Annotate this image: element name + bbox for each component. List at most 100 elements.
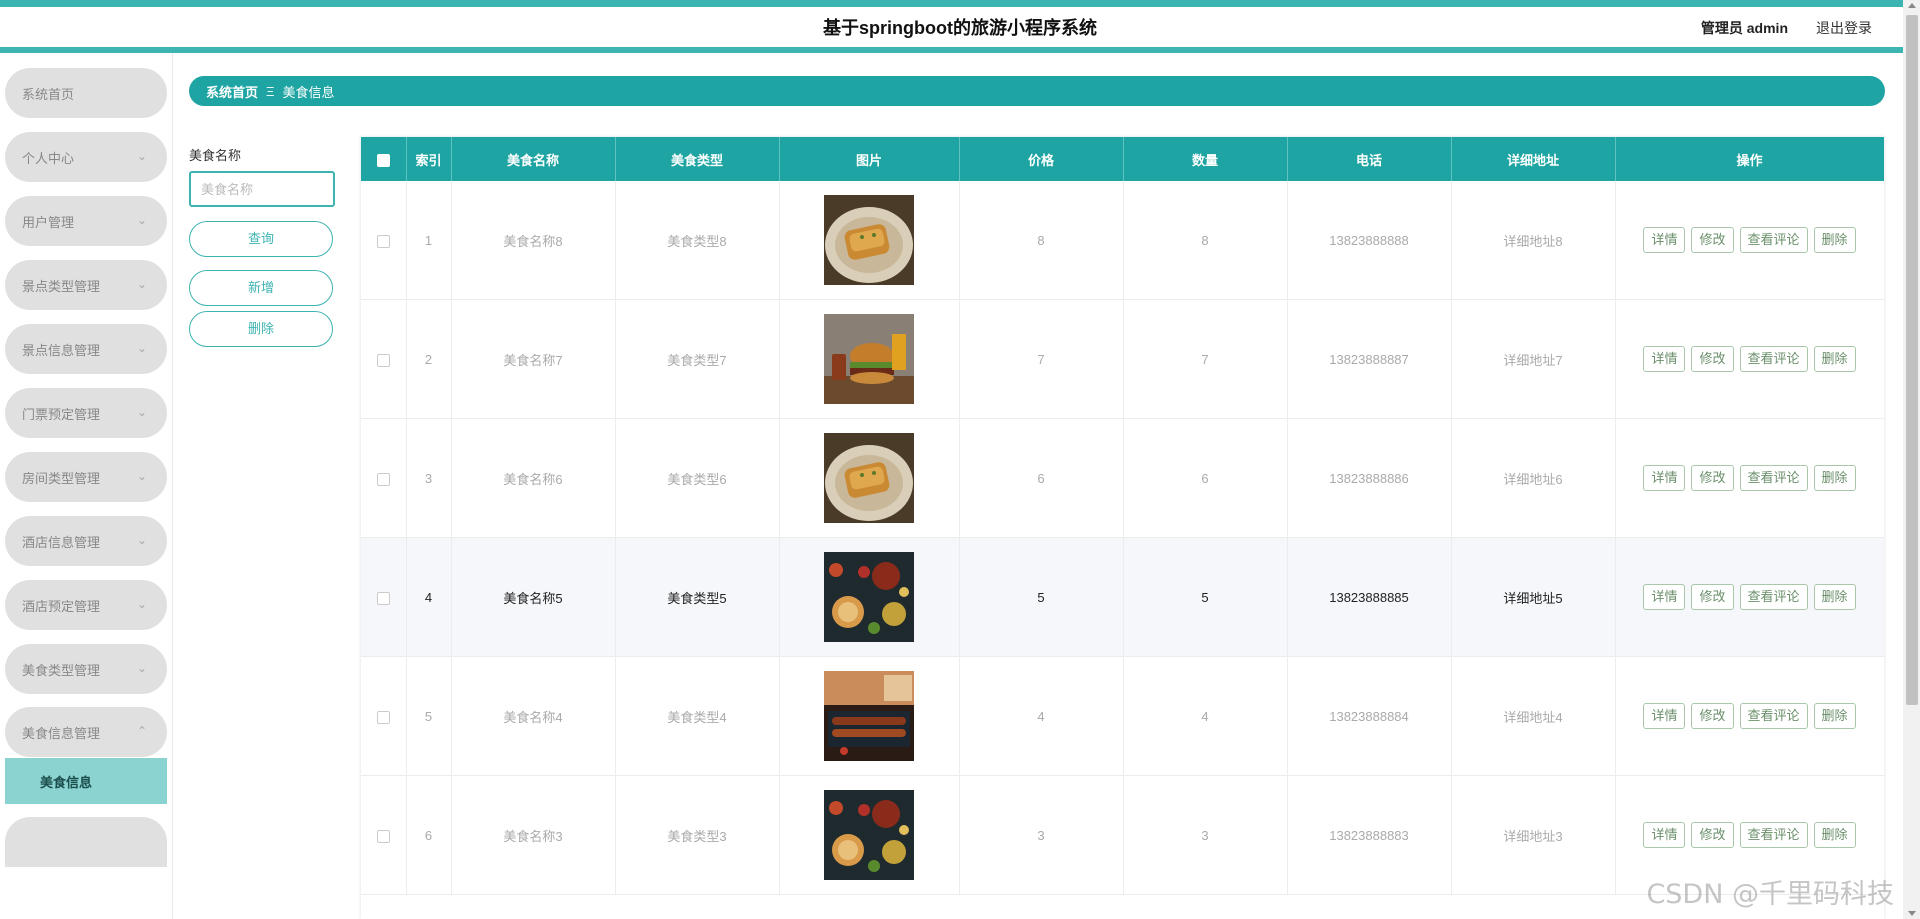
detail-button[interactable]: 详情 xyxy=(1643,227,1686,253)
food-image xyxy=(824,552,914,642)
sidebar-item-label: 酒店信息管理 xyxy=(22,534,101,550)
cell-image xyxy=(779,181,960,300)
food-name-search-input[interactable] xyxy=(189,171,335,207)
query-button[interactable]: 查询 xyxy=(189,221,333,257)
sidebar-item-label: 美食信息管理 xyxy=(22,725,101,741)
page-scrollbar[interactable] xyxy=(1903,0,1920,919)
edit-button[interactable]: 修改 xyxy=(1691,822,1734,848)
chevron-down-icon: ⌄ xyxy=(136,533,147,547)
breadcrumb-home[interactable]: 系统首页 xyxy=(206,82,258,101)
row-checkbox[interactable] xyxy=(376,829,390,843)
cell-quantity: 3 xyxy=(1123,775,1288,895)
scroll-thumb[interactable] xyxy=(1906,15,1918,705)
sidebar-item-home[interactable]: 系统首页 xyxy=(5,68,167,118)
cell-name: 美食名称3 xyxy=(451,775,616,895)
sidebar-item-personal-center[interactable]: 个人中心 ⌄ xyxy=(5,132,167,182)
row-checkbox[interactable] xyxy=(376,710,390,724)
row-checkbox[interactable] xyxy=(376,234,390,248)
view-comments-button[interactable]: 查看评论 xyxy=(1739,346,1808,372)
edit-button[interactable]: 修改 xyxy=(1691,346,1734,372)
chevron-down-icon: ⌄ xyxy=(136,661,147,675)
table-header-row: 索引 美食名称 美食类型 图片 价格 数量 电话 详细地址 操作 xyxy=(361,137,1884,181)
add-button[interactable]: 新增 xyxy=(189,270,333,306)
scroll-down-arrow-icon[interactable] xyxy=(1908,911,1916,916)
cell-quantity: 6 xyxy=(1123,418,1288,538)
table-row[interactable]: 1 美食名称8 美食类型8 8 8 13823888888 详细地址8 详情 修改 查看评论 删除 xyxy=(361,181,1884,300)
view-comments-button[interactable]: 查看评论 xyxy=(1739,227,1808,253)
delete-row-button[interactable]: 删除 xyxy=(1813,465,1856,491)
food-image xyxy=(824,790,914,880)
sidebar-item-attraction-info[interactable]: 景点信息管理 ⌄ xyxy=(5,324,167,374)
cell-phone: 13823888883 xyxy=(1287,775,1452,895)
row-select-cell xyxy=(361,656,407,776)
view-comments-button[interactable]: 查看评论 xyxy=(1739,822,1808,848)
cell-type: 美食类型5 xyxy=(615,537,780,657)
delete-row-button[interactable]: 删除 xyxy=(1813,346,1856,372)
table-row[interactable]: 3 美食名称6 美食类型6 6 6 13823888886 详细地址6 详情 修改 查看评论 删除 xyxy=(361,418,1884,538)
logout-link[interactable]: 退出登录 xyxy=(1816,18,1872,38)
sidebar-item-food-type[interactable]: 美食类型管理 ⌄ xyxy=(5,644,167,694)
cell-image xyxy=(779,775,960,895)
cell-address: 详细地址7 xyxy=(1451,299,1616,419)
cell-type: 美食类型4 xyxy=(615,656,780,776)
scroll-up-arrow-icon[interactable] xyxy=(1908,3,1916,8)
view-comments-button[interactable]: 查看评论 xyxy=(1739,465,1808,491)
app-title: 基于springboot的旅游小程序系统 xyxy=(823,18,1097,38)
table-row[interactable]: 5 美食名称4 美食类型4 4 4 13823888884 详细地址4 详情 修改 查看评论 删除 xyxy=(361,656,1884,776)
table-row[interactable]: 4 美食名称5 美食类型5 5 5 13823888885 详细地址5 详情 修改 查看评论 删除 xyxy=(361,537,1884,657)
cell-index: 6 xyxy=(406,775,452,895)
sidebar-item-room-type[interactable]: 房间类型管理 ⌄ xyxy=(5,452,167,502)
view-comments-button[interactable]: 查看评论 xyxy=(1739,703,1808,729)
row-checkbox[interactable] xyxy=(376,591,390,605)
detail-button[interactable]: 详情 xyxy=(1643,584,1686,610)
chevron-down-icon: ⌄ xyxy=(136,341,147,355)
cell-phone: 13823888884 xyxy=(1287,656,1452,776)
chevron-down-icon: ⌄ xyxy=(136,277,147,291)
view-comments-button[interactable]: 查看评论 xyxy=(1739,584,1808,610)
sidebar-item-hotel-booking[interactable]: 酒店预定管理 ⌄ xyxy=(5,580,167,630)
user-info: 管理员 admin xyxy=(1700,20,1788,36)
edit-button[interactable]: 修改 xyxy=(1691,584,1734,610)
delete-row-button[interactable]: 删除 xyxy=(1813,584,1856,610)
column-header-image: 图片 xyxy=(779,137,960,181)
sidebar-item-hotel-info[interactable]: 酒店信息管理 ⌄ xyxy=(5,516,167,566)
table-row[interactable]: 2 美食名称7 美食类型7 7 7 13823888887 详细地址7 详情 修改 查看评论 删除 xyxy=(361,299,1884,419)
delete-row-button[interactable]: 删除 xyxy=(1813,227,1856,253)
cell-actions: 详情 修改 查看评论 删除 xyxy=(1615,299,1884,419)
chevron-up-icon: ⌃ xyxy=(136,724,147,738)
edit-button[interactable]: 修改 xyxy=(1691,465,1734,491)
column-header-phone: 电话 xyxy=(1287,137,1452,181)
sidebar-subitem-food-info[interactable]: 美食信息 xyxy=(5,758,167,804)
edit-button[interactable]: 修改 xyxy=(1691,227,1734,253)
delete-button[interactable]: 删除 xyxy=(189,311,333,347)
delete-row-button[interactable]: 删除 xyxy=(1813,703,1856,729)
sidebar-item-label: 系统首页 xyxy=(22,86,75,102)
row-checkbox[interactable] xyxy=(376,353,390,367)
sidebar-item-food-info[interactable]: 美食信息管理 ⌃ xyxy=(5,707,167,757)
cell-index: 3 xyxy=(406,418,452,538)
cell-address: 详细地址3 xyxy=(1451,775,1616,895)
sidebar-item-user-management[interactable]: 用户管理 ⌄ xyxy=(5,196,167,246)
sidebar-item-ticket-booking[interactable]: 门票预定管理 ⌄ xyxy=(5,388,167,438)
select-all-checkbox[interactable] xyxy=(376,153,390,167)
food-image xyxy=(824,671,914,761)
breadcrumb: 系统首页 Ξ 美食信息 xyxy=(189,76,1885,106)
detail-button[interactable]: 详情 xyxy=(1643,465,1686,491)
detail-button[interactable]: 详情 xyxy=(1643,346,1686,372)
sidebar-item-attraction-type[interactable]: 景点类型管理 ⌄ xyxy=(5,260,167,310)
table-body: 1 美食名称8 美食类型8 8 8 13823888888 详细地址8 详情 修改 查看评论 删除 2… xyxy=(361,181,1884,895)
cell-phone: 13823888888 xyxy=(1287,181,1452,300)
sidebar-item-partial[interactable] xyxy=(5,817,167,867)
chevron-down-icon: ⌄ xyxy=(136,405,147,419)
row-checkbox[interactable] xyxy=(376,472,390,486)
cell-price: 4 xyxy=(959,656,1124,776)
watermark: CSDN @千里码科技 xyxy=(1646,879,1894,910)
sidebar-item-label: 个人中心 xyxy=(22,150,75,166)
edit-button[interactable]: 修改 xyxy=(1691,703,1734,729)
search-label: 美食名称 xyxy=(189,148,242,163)
chevron-down-icon: ⌄ xyxy=(136,213,147,227)
detail-button[interactable]: 详情 xyxy=(1643,703,1686,729)
detail-button[interactable]: 详情 xyxy=(1643,822,1686,848)
column-header-name: 美食名称 xyxy=(451,137,616,181)
delete-row-button[interactable]: 删除 xyxy=(1813,822,1856,848)
